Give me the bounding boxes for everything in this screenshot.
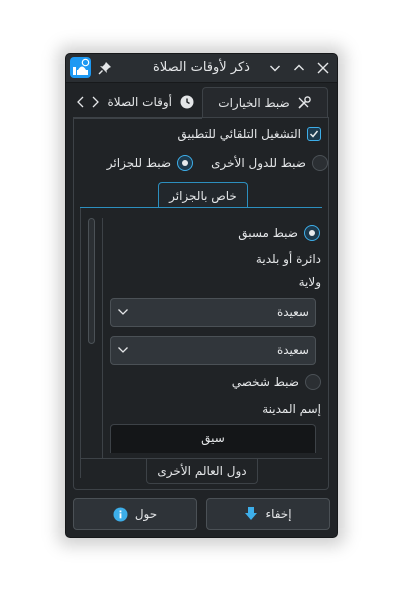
autostart-checkbox[interactable] xyxy=(307,127,321,141)
circle-row: دائرة أو بلدية xyxy=(256,252,321,266)
subtab-other-label: دول العالم الأخرى xyxy=(157,463,247,478)
circle-combobox[interactable]: سعيدة xyxy=(110,336,316,365)
settings-panel: التشغيل التلقائي للتطبيق ضبط للدول الأخر… xyxy=(73,117,329,490)
keep-above-button[interactable] xyxy=(96,59,114,77)
wilaya-label: ولاية xyxy=(298,275,321,289)
tab-divider xyxy=(74,118,202,119)
subtab-other-countries[interactable]: دول العالم الأخرى xyxy=(146,458,258,484)
vertical-scrollbar[interactable] xyxy=(88,218,95,344)
panel-divider xyxy=(102,218,103,458)
region-radio-group: ضبط للدول الأخرى ضبط للجزائر xyxy=(88,155,328,171)
region-other-label: ضبط للدول الأخرى xyxy=(211,156,306,170)
checkmark-icon xyxy=(309,130,319,138)
wilaya-combobox-value: سعيدة xyxy=(276,305,309,319)
chevron-down-icon xyxy=(118,347,128,353)
chevron-left-icon xyxy=(77,96,84,108)
autostart-label: التشغيل التلقائي للتطبيق xyxy=(177,127,301,141)
tab-scroll-arrows xyxy=(75,95,101,109)
tab-prayer-times-label: أوقات الصلاة xyxy=(107,95,172,109)
chevron-up-icon xyxy=(294,64,304,71)
clock-icon xyxy=(180,95,194,109)
info-icon xyxy=(113,507,128,521)
autostart-option[interactable]: التشغيل التلقائي للتطبيق xyxy=(178,127,321,141)
subtab-algeria[interactable]: خاص بالجزائر xyxy=(158,182,248,208)
preset-label: ضبط مسبق xyxy=(238,226,298,240)
tab-settings-label: ضبط الخيارات xyxy=(218,95,290,110)
minimize-button[interactable] xyxy=(266,59,284,77)
custom-option[interactable]: ضبط شخصي xyxy=(232,374,321,390)
arrow-down-icon xyxy=(245,507,258,520)
maximize-button[interactable] xyxy=(290,59,308,77)
tab-scroll-right-button[interactable] xyxy=(89,95,101,109)
chevron-right-icon xyxy=(92,96,99,108)
city-name-input[interactable]: سيق xyxy=(110,424,316,453)
wilaya-row: ولاية xyxy=(299,275,321,289)
close-button[interactable] xyxy=(314,59,332,77)
preset-option[interactable]: ضبط مسبق xyxy=(238,225,320,241)
tab-settings[interactable]: ضبط الخيارات xyxy=(202,87,328,117)
hide-button[interactable]: إخفاء xyxy=(206,498,330,530)
chevron-down-icon xyxy=(118,309,128,315)
custom-label: ضبط شخصي xyxy=(231,375,299,389)
about-button[interactable]: حول xyxy=(73,498,197,530)
city-name-value: سيق xyxy=(201,431,225,445)
radio-algeria[interactable] xyxy=(177,155,194,171)
close-icon xyxy=(317,62,329,74)
radio-custom[interactable] xyxy=(305,374,321,390)
hide-button-label: إخفاء xyxy=(265,507,292,521)
wilaya-combobox[interactable]: سعيدة xyxy=(110,298,316,327)
circle-combobox-value: سعيدة xyxy=(276,343,309,357)
city-name-label: إسم المدينة xyxy=(262,402,321,416)
tab-prayer-times[interactable]: أوقات الصلاة xyxy=(95,87,200,117)
subtab-bottom-line xyxy=(80,458,322,459)
title-bar[interactable]: ذكر لأوقات الصلاة xyxy=(66,54,337,83)
tab-scroll-left-button[interactable] xyxy=(75,95,87,109)
city-name-row: إسم المدينة xyxy=(262,402,321,416)
radio-preset[interactable] xyxy=(304,225,320,241)
about-button-label: حول xyxy=(134,507,158,521)
app-window: ذكر لأوقات الصلاة ضبط الخيارات أوقات الص… xyxy=(65,53,338,538)
circle-label: دائرة أو بلدية xyxy=(255,252,321,266)
radio-other-countries[interactable] xyxy=(312,155,328,171)
chevron-down-icon xyxy=(270,65,280,72)
region-algeria-label: ضبط للجزائر xyxy=(106,156,172,170)
wrench-icon xyxy=(298,95,311,109)
pin-icon xyxy=(98,62,111,75)
main-tab-bar: ضبط الخيارات أوقات الصلاة xyxy=(73,87,329,117)
app-logo-icon xyxy=(70,57,91,78)
subtab-algeria-label: خاص بالجزائر xyxy=(169,188,237,203)
